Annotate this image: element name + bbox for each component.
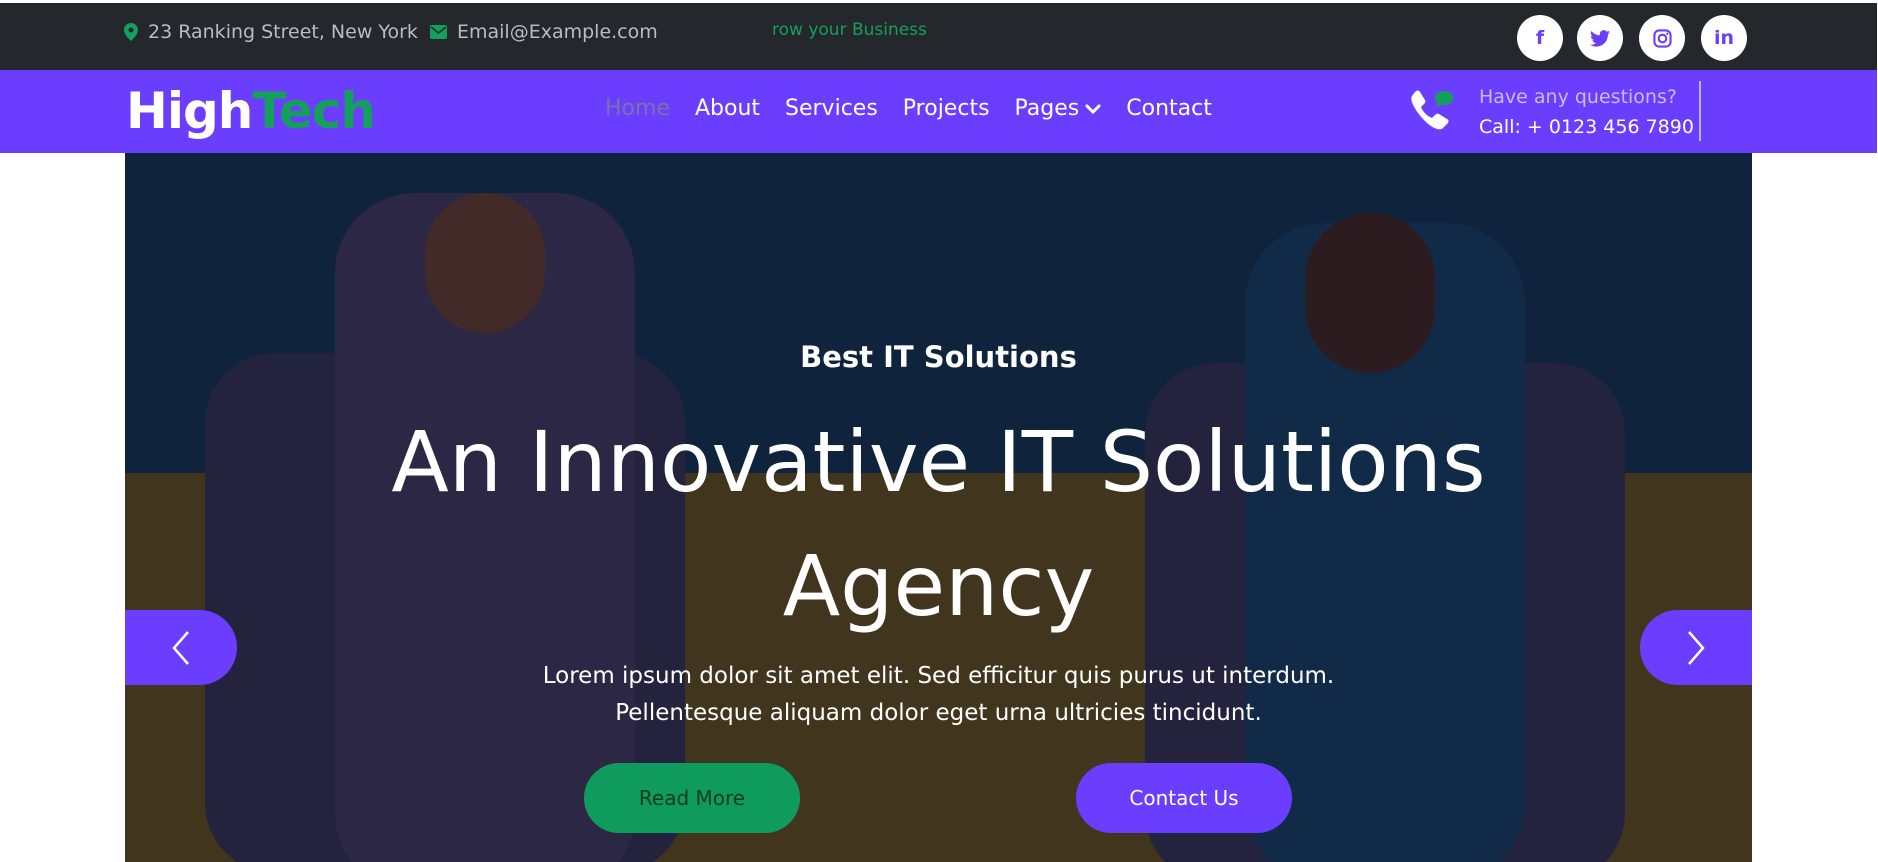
hero-title-line-2: Agency bbox=[782, 537, 1095, 635]
instagram-icon bbox=[1652, 28, 1672, 48]
address-info: 23 Ranking Street, New York bbox=[124, 21, 418, 43]
phone-number[interactable]: Call: + 0123 456 7890 bbox=[1479, 116, 1694, 138]
nav-item-home[interactable]: Home bbox=[605, 96, 670, 121]
logo-part-high: High bbox=[126, 82, 253, 140]
twitter-icon bbox=[1590, 29, 1610, 47]
email-info[interactable]: Email@Example.com bbox=[430, 21, 658, 43]
main-navbar: HighTech Home About Services Projects Pa… bbox=[0, 70, 1877, 153]
nav-item-pages[interactable]: Pages bbox=[1015, 96, 1102, 121]
chevron-left-icon bbox=[172, 630, 189, 665]
carousel-next-button[interactable] bbox=[1640, 610, 1752, 685]
carousel-prev-button[interactable] bbox=[125, 610, 237, 685]
nav-item-about[interactable]: About bbox=[695, 96, 760, 121]
envelope-icon bbox=[430, 25, 447, 39]
hero-description-line-1: Lorem ipsum dolor sit amet elit. Sed eff… bbox=[542, 663, 1335, 689]
chevron-down-icon bbox=[1085, 104, 1101, 114]
hero-title-line-1: An Innovative IT Solutions bbox=[391, 413, 1486, 511]
chevron-right-icon bbox=[1688, 630, 1705, 665]
facebook-button[interactable]: f bbox=[1517, 15, 1563, 61]
hero-carousel: Best IT Solutions An Innovative IT Solut… bbox=[125, 153, 1752, 862]
nav-item-services[interactable]: Services bbox=[785, 96, 878, 121]
map-pin-icon bbox=[124, 23, 138, 41]
site-logo[interactable]: HighTech bbox=[126, 82, 376, 140]
logo-part-tech: Tech bbox=[252, 82, 376, 140]
nav-item-contact[interactable]: Contact bbox=[1126, 96, 1212, 121]
hero-title: An Innovative IT Solutions Agency bbox=[125, 400, 1752, 648]
linkedin-icon: in bbox=[1713, 27, 1735, 49]
nav-menu: Home About Services Projects Pages Conta… bbox=[605, 96, 1237, 121]
contact-us-button[interactable]: Contact Us bbox=[1076, 763, 1292, 833]
nav-item-projects[interactable]: Projects bbox=[903, 96, 990, 121]
facebook-icon: f bbox=[1535, 27, 1545, 49]
email-text: Email@Example.com bbox=[457, 21, 658, 43]
instagram-button[interactable] bbox=[1639, 15, 1685, 61]
address-text: 23 Ranking Street, New York bbox=[148, 21, 418, 43]
nav-item-pages-label: Pages bbox=[1014, 96, 1080, 121]
hero-subtitle: Best IT Solutions bbox=[800, 340, 1077, 374]
ticker-text: row your Business bbox=[772, 20, 927, 40]
hero-description-line-2: Pellentesque aliquam dolor eget urna ult… bbox=[615, 700, 1262, 726]
navbar-divider bbox=[1699, 81, 1701, 141]
read-more-button[interactable]: Read More bbox=[584, 763, 800, 833]
hero-description: Lorem ipsum dolor sit amet elit. Sed eff… bbox=[125, 658, 1752, 732]
top-bar: 23 Ranking Street, New York Email@Exampl… bbox=[0, 3, 1877, 70]
questions-label: Have any questions? bbox=[1479, 86, 1677, 108]
linkedin-button[interactable]: in bbox=[1701, 15, 1747, 61]
twitter-button[interactable] bbox=[1577, 15, 1623, 61]
phone-chat-icon bbox=[1406, 88, 1454, 138]
